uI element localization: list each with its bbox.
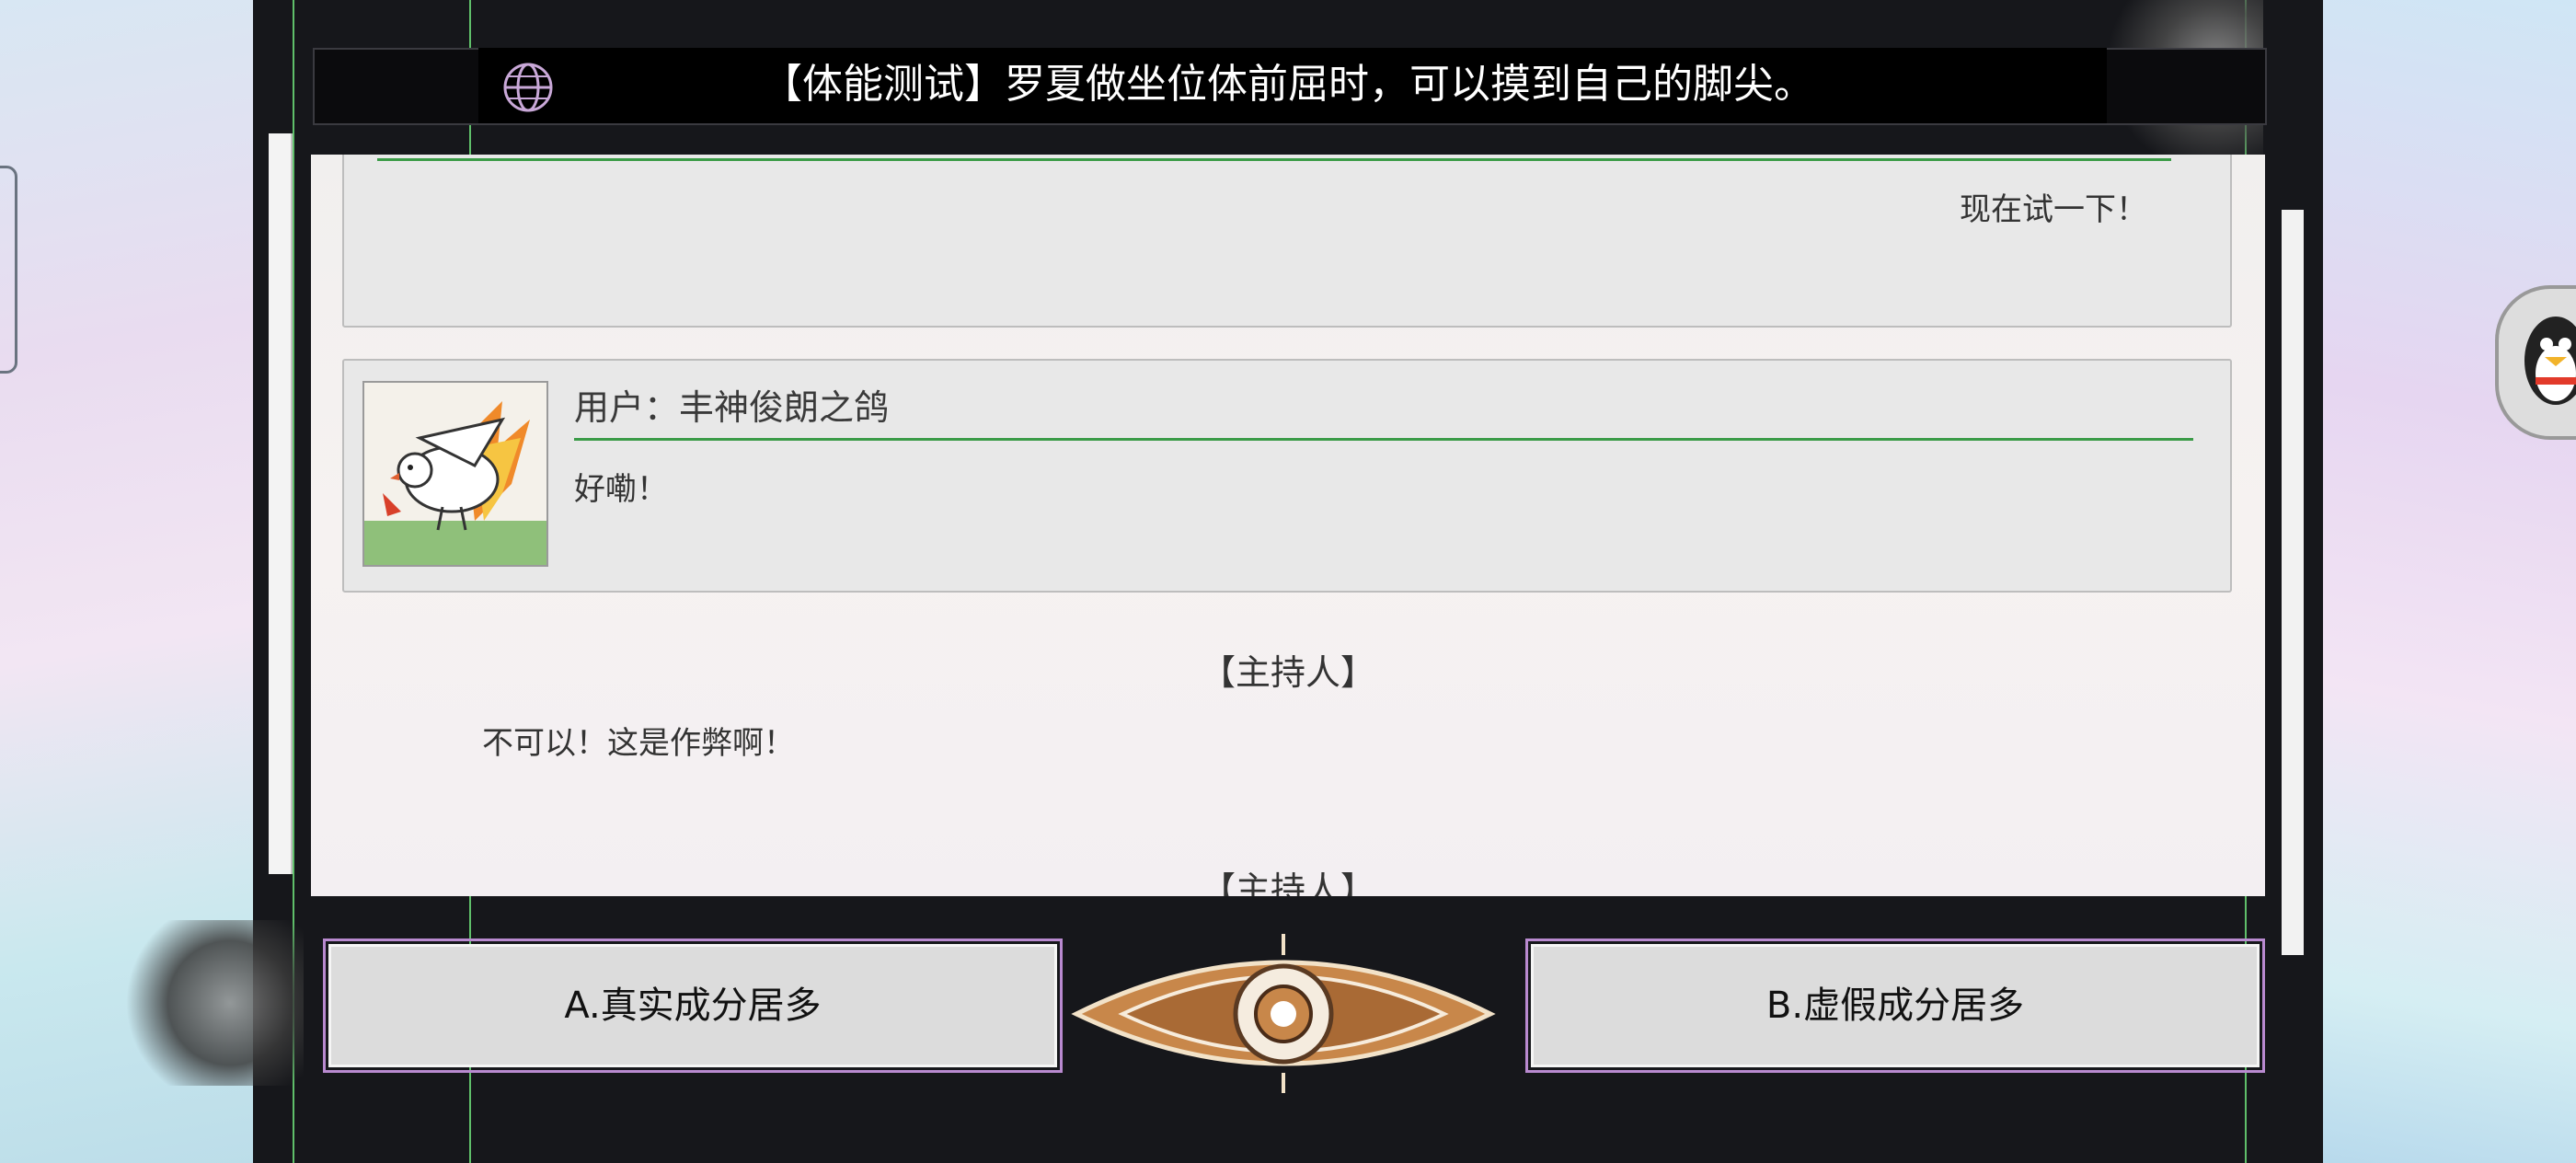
glitch-noise-left [120,920,304,1086]
penguin-icon [2524,317,2576,405]
chat-card: 现在试一下！ [342,155,2232,328]
chat-username: 用户：丰神俊朗之鸽 [574,387,890,428]
chat-panel[interactable]: 现在试一下！ 用户：丰神俊朗之鸽 好嘞！ 【主持人】 不可以！这是作弊啊！ 【主… [311,155,2265,896]
question-text: 【体能测试】罗夏做坐位体前屈时，可以摸到自己的脚尖。 [762,61,1814,108]
background-right [2300,0,2576,1163]
host-label: 【主持人】 [1200,652,1375,693]
chat-card-user: 用户：丰神俊朗之鸽 好嘞！ [342,359,2232,593]
avatar [362,381,548,567]
option-b-button[interactable]: B.虚假成分居多 [1525,938,2265,1073]
edge-tab[interactable] [0,166,17,374]
host-label-2: 【主持人】 [1200,869,1375,896]
host-message: 不可以！这是作弊啊！ [482,725,795,762]
divider-line [377,158,2171,161]
globe-icon[interactable] [501,61,555,114]
option-a-button[interactable]: A.真实成分居多 [323,938,1063,1073]
eye-emblem-icon [1071,934,1496,1093]
floating-app-bubble[interactable] [2495,285,2576,440]
chat-message-text: 好嘞！ [574,471,668,508]
pigeon-avatar-icon [364,401,546,565]
right-scroll-strip[interactable] [2282,210,2304,955]
chat-message-text: 现在试一下！ [1960,191,2147,228]
divider-line [574,438,2193,441]
left-scroll-strip [269,133,293,874]
